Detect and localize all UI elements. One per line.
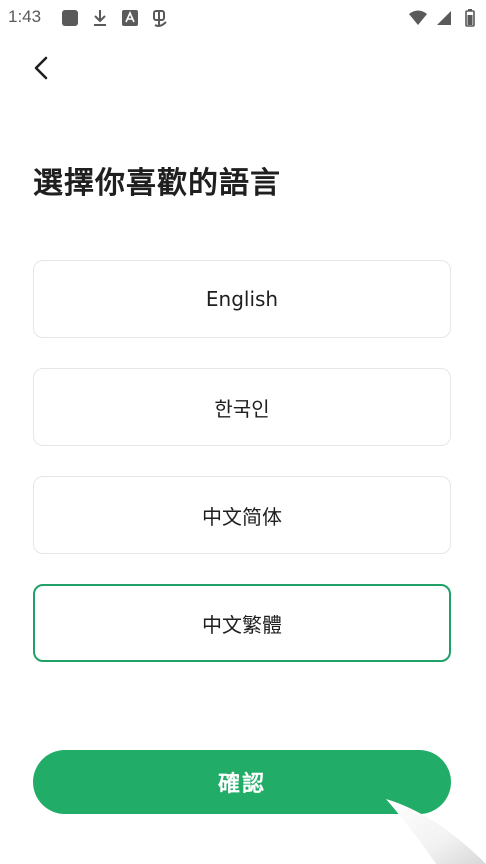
bug-icon	[150, 8, 170, 28]
status-bar: 1:43	[0, 0, 486, 34]
language-option-english[interactable]: English	[33, 260, 451, 338]
status-icons-left	[60, 8, 170, 28]
confirm-label: 確認	[217, 772, 266, 797]
download-icon	[90, 8, 110, 28]
language-label: 中文繁體	[202, 612, 282, 637]
language-label: 中文简体	[202, 504, 282, 529]
signal-icon	[434, 8, 454, 28]
language-label: English	[205, 287, 279, 311]
status-icons-right	[408, 8, 480, 28]
language-option-traditional-chinese[interactable]: 中文繁體	[33, 584, 451, 662]
language-label: 한국인	[214, 396, 270, 421]
page-title: 選擇你喜歡的語言	[33, 166, 281, 201]
language-option-simplified-chinese[interactable]: 中文简体	[33, 476, 451, 554]
language-option-korean[interactable]: 한국인	[33, 368, 451, 446]
back-button[interactable]	[28, 52, 60, 84]
status-time: 1:43	[8, 7, 42, 26]
confirm-button[interactable]: 確認	[33, 750, 451, 814]
square-icon	[60, 8, 80, 28]
wifi-icon	[408, 8, 428, 28]
battery-icon	[460, 8, 480, 28]
chevron-left-icon	[34, 56, 48, 80]
a-box-icon	[120, 8, 140, 28]
